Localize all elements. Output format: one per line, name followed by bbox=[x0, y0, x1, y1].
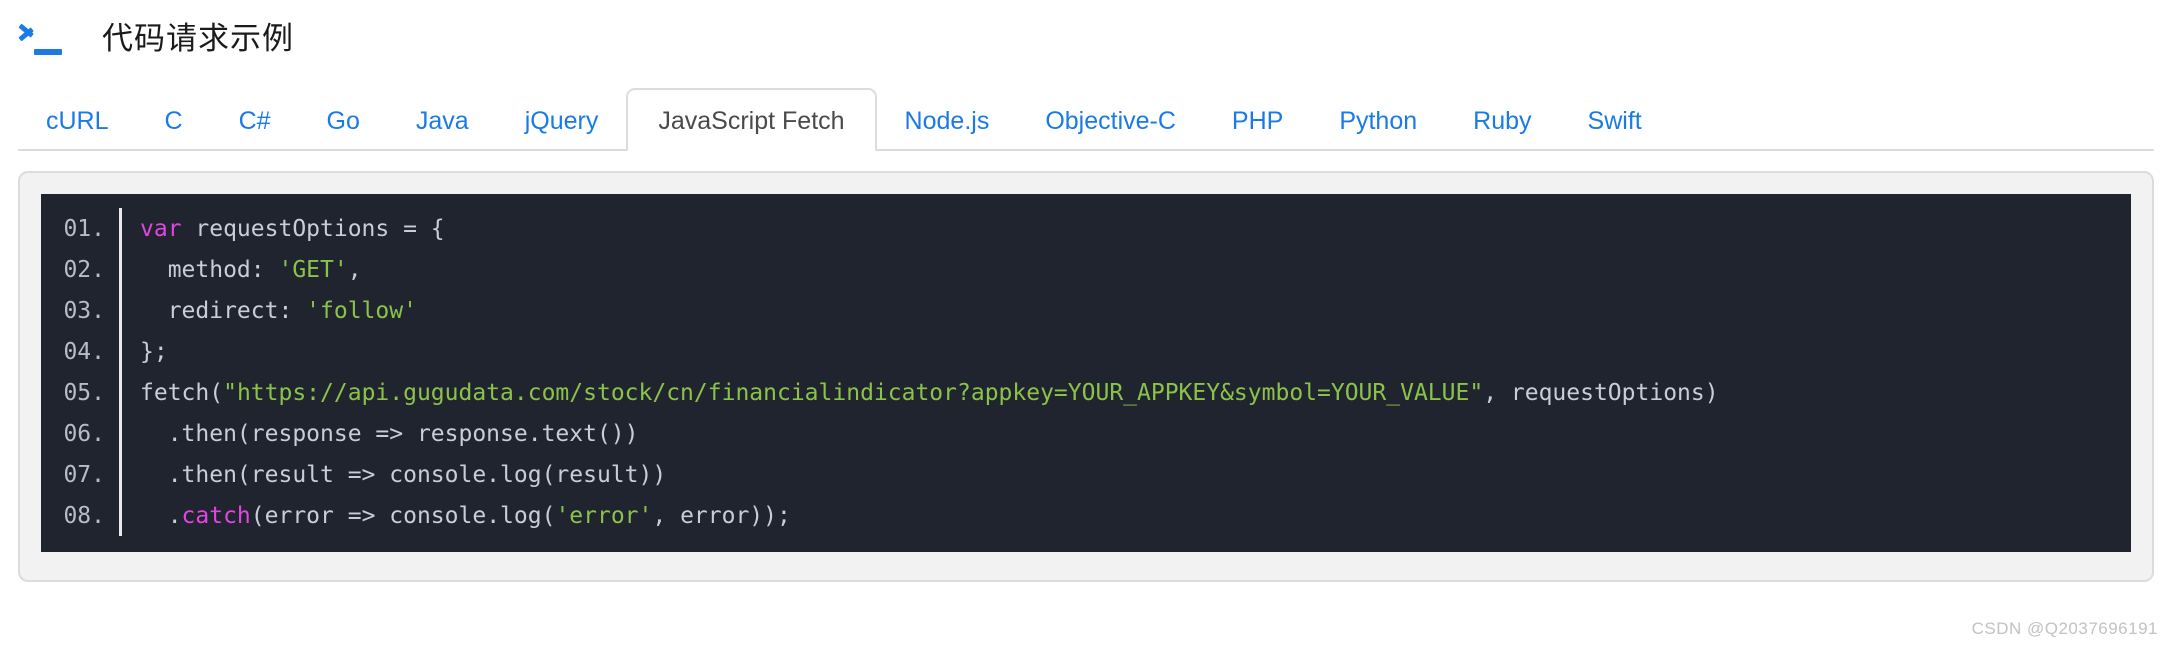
code-line: 04.}; bbox=[41, 331, 2131, 372]
code-sample-panel: 代码请求示例 cURL C C# Go Java jQuery JavaScript Fet… bbox=[0, 0, 2172, 646]
code-line: 03. redirect: 'follow' bbox=[41, 290, 2131, 331]
code-token-pl: , error)); bbox=[652, 502, 791, 529]
page-title: 代码请求示例 bbox=[102, 20, 294, 56]
page-header: 代码请求示例 bbox=[0, 0, 2172, 70]
tab-jquery[interactable]: jQuery bbox=[497, 88, 627, 151]
line-number: 08. bbox=[63, 502, 105, 529]
code-token-pl: . bbox=[140, 502, 182, 529]
tab-python[interactable]: Python bbox=[1311, 88, 1445, 151]
code-token-str: 'follow' bbox=[306, 297, 417, 324]
code-text: var requestOptions = { bbox=[122, 216, 445, 242]
code-token-pl: , bbox=[347, 256, 362, 283]
code-token-str: 'error' bbox=[555, 502, 653, 529]
line-number: 07. bbox=[63, 461, 105, 488]
code-line: 07. .then(result => console.log(result)) bbox=[41, 454, 2131, 495]
code-token-kw: var bbox=[140, 215, 182, 242]
tab-node-js[interactable]: Node.js bbox=[877, 88, 1018, 151]
code-line: 02. method: 'GET', bbox=[41, 249, 2131, 290]
code-token-pl: requestOptions = { bbox=[181, 215, 445, 242]
code-token-pl: .then(response => response.text()) bbox=[140, 420, 639, 447]
tab-go[interactable]: Go bbox=[299, 88, 388, 151]
tab-swift[interactable]: Swift bbox=[1560, 88, 1670, 151]
code-text: .then(response => response.text()) bbox=[122, 421, 639, 447]
code-token-str: 'GET' bbox=[278, 256, 348, 283]
code-line: 05. fetch("https://api.gugudata.com/stock… bbox=[41, 372, 2131, 413]
code-token-pl: }; bbox=[140, 338, 168, 365]
code-text: }; bbox=[122, 339, 168, 365]
code-card: 01. var requestOptions = { 02. method: 'GE… bbox=[18, 171, 2154, 582]
code-line: 08. .catch(error => console.log('error',… bbox=[41, 495, 2131, 536]
language-tab-bar: cURL C C# Go Java jQuery JavaScript Fetch Node.… bbox=[18, 86, 2154, 153]
line-number: 03. bbox=[63, 297, 105, 324]
tab-ruby[interactable]: Ruby bbox=[1445, 88, 1559, 151]
code-text: fetch("https://api.gugudata.com/stock/cn… bbox=[122, 380, 1719, 406]
code-line: 01. var requestOptions = { bbox=[41, 208, 2131, 249]
code-token-pl: , requestOptions) bbox=[1483, 379, 1719, 406]
code-text: redirect: 'follow' bbox=[122, 298, 417, 324]
code-text: method: 'GET', bbox=[122, 257, 362, 283]
tab-objective-c[interactable]: Objective-C bbox=[1017, 88, 1204, 151]
code-token-pl: redirect: bbox=[140, 297, 307, 324]
code-line: 06. .then(response => response.text()) bbox=[41, 413, 2131, 454]
code-token-pl: (error => console.log( bbox=[250, 502, 556, 529]
code-block: 01. var requestOptions = { 02. method: 'GE… bbox=[41, 194, 2131, 552]
code-token-pl: .then(result => console.log(result)) bbox=[140, 461, 667, 488]
tab-c[interactable]: C bbox=[137, 88, 211, 151]
tab-java[interactable]: Java bbox=[388, 88, 497, 151]
line-number: 06. bbox=[63, 420, 105, 447]
code-token-str: "https://api.gugudata.com/stock/cn/finan… bbox=[223, 379, 1484, 406]
tab-javascript-fetch[interactable]: JavaScript Fetch bbox=[626, 88, 877, 153]
tab-c[interactable]: C# bbox=[211, 88, 299, 151]
tab-curl[interactable]: cURL bbox=[18, 88, 137, 151]
code-token-pl: fetch( bbox=[140, 379, 224, 406]
terminal-prompt-icon bbox=[18, 17, 64, 57]
code-token-pl: method: bbox=[140, 256, 279, 283]
line-number: 05. bbox=[63, 379, 105, 406]
code-token-kw: catch bbox=[181, 502, 251, 529]
tab-php[interactable]: PHP bbox=[1204, 88, 1311, 151]
code-text: .catch(error => console.log('error', err… bbox=[122, 503, 791, 529]
line-number: 01. bbox=[63, 215, 105, 242]
watermark: CSDN @Q2037696191 bbox=[1971, 619, 2158, 638]
code-text: .then(result => console.log(result)) bbox=[122, 461, 667, 488]
line-number: 04. bbox=[63, 338, 105, 365]
line-number: 02. bbox=[63, 256, 105, 283]
